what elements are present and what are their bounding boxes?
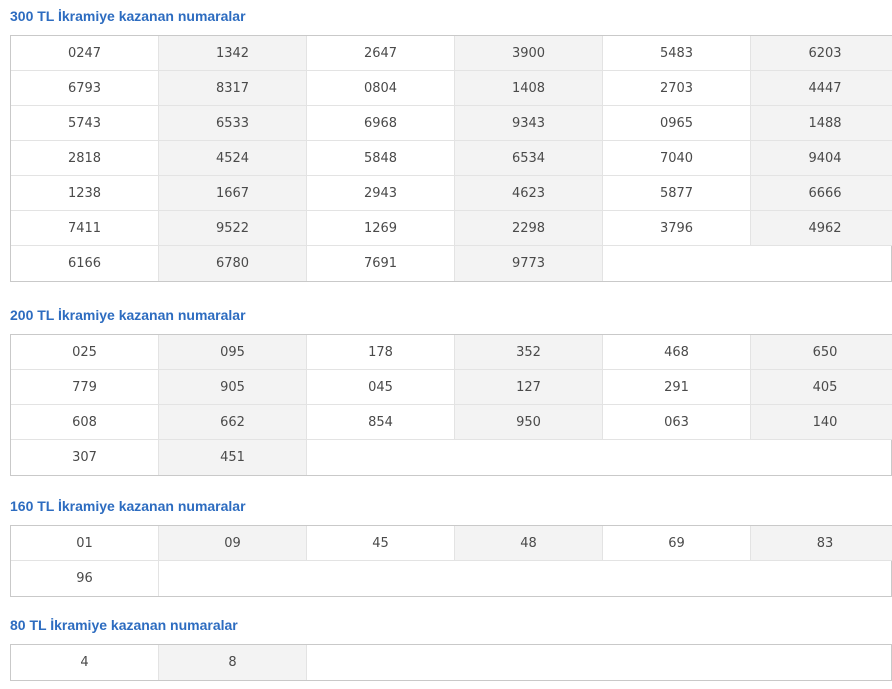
number-cell: 178 [307,335,455,370]
number-cell: 96 [11,561,159,596]
number-cell: 095 [159,335,307,370]
number-cell: 2647 [307,36,455,71]
number-cell: 2943 [307,176,455,211]
number-cell: 4447 [751,71,892,106]
number-cell: 7691 [307,246,455,281]
number-cell: 9404 [751,141,892,176]
number-cell: 127 [455,370,603,405]
number-cell: 1667 [159,176,307,211]
section-title: 300 TL İkramiye kazanan numaralar [10,8,246,24]
number-cell: 3796 [603,211,751,246]
number-cell: 905 [159,370,307,405]
number-cell: 0247 [11,36,159,71]
number-cell: 9343 [455,106,603,141]
number-cell: 4 [11,645,159,680]
number-cell: 6533 [159,106,307,141]
number-cell: 8317 [159,71,307,106]
number-cell: 6968 [307,106,455,141]
number-cell: 5877 [603,176,751,211]
number-cell: 1342 [159,36,307,71]
number-cell: 45 [307,526,455,561]
number-cell: 291 [603,370,751,405]
number-cell: 5743 [11,106,159,141]
number-grid: 0247 1342 2647 3900 5483 6203 6793 8317 0804 1408… [10,35,892,282]
number-cell: 1488 [751,106,892,141]
number-cell: 1238 [11,176,159,211]
number-cell: 6666 [751,176,892,211]
number-cell: 7411 [11,211,159,246]
number-cell: 6780 [159,246,307,281]
number-cell: 4962 [751,211,892,246]
number-cell: 3900 [455,36,603,71]
number-cell: 140 [751,405,892,440]
number-cell: 650 [751,335,892,370]
number-cell: 6793 [11,71,159,106]
number-cell: 5848 [307,141,455,176]
number-cell: 6534 [455,141,603,176]
number-grid: 01 09 45 48 69 83 96 [10,525,892,597]
number-cell: 4623 [455,176,603,211]
number-cell: 045 [307,370,455,405]
number-grid: 025 095 178 352 468 650 779 905 045 127 291 405 608 6… [10,334,892,476]
number-cell: 608 [11,405,159,440]
number-cell: 2703 [603,71,751,106]
number-cell: 352 [455,335,603,370]
number-cell: 0965 [603,106,751,141]
number-cell: 6166 [11,246,159,281]
number-cell: 307 [11,440,159,475]
number-cell: 468 [603,335,751,370]
number-cell: 1408 [455,71,603,106]
number-cell: 451 [159,440,307,475]
number-cell: 9773 [455,246,603,281]
number-cell: 405 [751,370,892,405]
number-cell: 9522 [159,211,307,246]
section-title: 80 TL İkramiye kazanan numaralar [10,617,238,633]
section-title: 200 TL İkramiye kazanan numaralar [10,307,246,323]
number-grid: 48 [10,644,892,681]
number-cell: 2818 [11,141,159,176]
number-cell: 950 [455,405,603,440]
number-cell: 4524 [159,141,307,176]
number-cell: 1269 [307,211,455,246]
number-cell: 662 [159,405,307,440]
number-cell: 0804 [307,71,455,106]
number-cell: 063 [603,405,751,440]
number-cell: 09 [159,526,307,561]
number-cell: 854 [307,405,455,440]
section-title: 160 TL İkramiye kazanan numaralar [10,498,246,514]
number-cell: 5483 [603,36,751,71]
number-cell: 7040 [603,141,751,176]
number-cell: 6203 [751,36,892,71]
number-cell: 01 [11,526,159,561]
number-cell: 025 [11,335,159,370]
number-cell: 8 [159,645,307,680]
number-cell: 83 [751,526,892,561]
number-cell: 779 [11,370,159,405]
number-cell: 48 [455,526,603,561]
number-cell: 69 [603,526,751,561]
number-cell: 2298 [455,211,603,246]
